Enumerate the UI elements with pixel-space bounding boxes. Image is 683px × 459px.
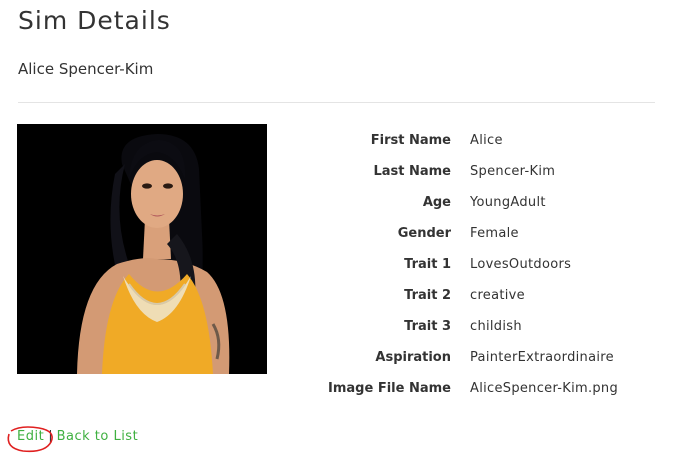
detail-value: childish (470, 319, 522, 334)
detail-row-first-name: First Name Alice (270, 125, 670, 156)
detail-label: Trait 1 (404, 257, 451, 272)
detail-label: Age (422, 195, 451, 210)
detail-row-aspiration: Aspiration PainterExtraordinaire (270, 342, 670, 373)
edit-link[interactable]: Edit (17, 429, 44, 444)
detail-label: Aspiration (375, 350, 451, 365)
detail-row-trait-2: Trait 2 creative (270, 280, 670, 311)
action-links: Edit | Back to List (7, 426, 139, 453)
detail-row-image-file-name: Image File Name AliceSpencer-Kim.png (270, 373, 670, 404)
sim-name-heading: Alice Spencer-Kim (18, 60, 154, 78)
link-separator: | (48, 429, 53, 444)
detail-label: First Name (370, 133, 451, 148)
detail-row-gender: Gender Female (270, 218, 670, 249)
detail-label: Trait 3 (404, 319, 451, 334)
sim-portrait-image (17, 124, 267, 374)
detail-value: Female (470, 226, 519, 241)
detail-row-trait-1: Trait 1 LovesOutdoors (270, 249, 670, 280)
edit-link-wrapper: Edit (7, 426, 53, 453)
detail-row-last-name: Last Name Spencer-Kim (270, 156, 670, 187)
detail-label: Last Name (373, 164, 451, 179)
detail-value: Alice (470, 133, 503, 148)
back-to-list-link[interactable]: Back to List (57, 429, 139, 444)
detail-value: YoungAdult (470, 195, 546, 210)
detail-value: PainterExtraordinaire (470, 350, 614, 365)
detail-row-trait-3: Trait 3 childish (270, 311, 670, 342)
detail-value: creative (470, 288, 525, 303)
page-title: Sim Details (18, 6, 171, 35)
detail-label: Image File Name (328, 381, 451, 396)
divider (18, 102, 655, 103)
detail-label: Trait 2 (404, 288, 451, 303)
detail-row-age: Age YoungAdult (270, 187, 670, 218)
detail-value: Spencer-Kim (470, 164, 556, 179)
sim-details-list: First Name Alice Last Name Spencer-Kim A… (270, 125, 670, 404)
detail-label: Gender (397, 226, 451, 241)
detail-value: AliceSpencer-Kim.png (470, 381, 619, 396)
detail-value: LovesOutdoors (470, 257, 572, 272)
